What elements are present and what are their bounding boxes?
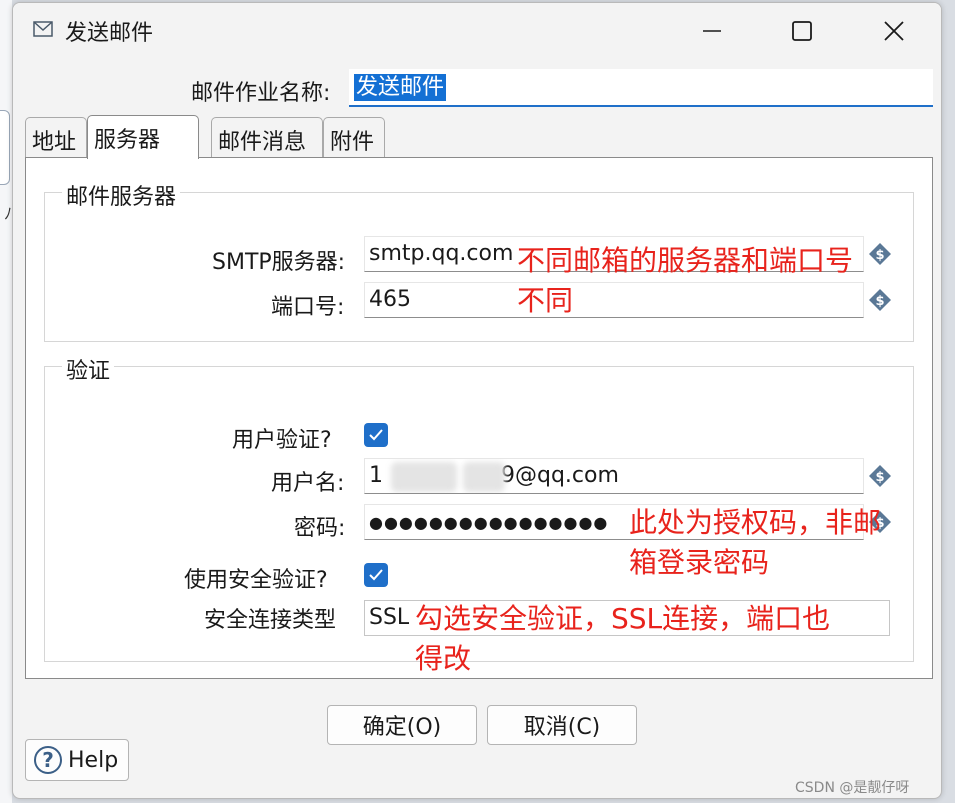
checkmark-icon [369, 429, 383, 441]
maximize-icon [792, 21, 812, 41]
job-name-value: 发送邮件 [354, 74, 447, 101]
title-bar: 发送邮件 [13, 3, 941, 57]
secure-auth-label: 使用安全验证? [184, 568, 328, 593]
username-label: 用户名: [271, 471, 345, 496]
annotation-server-line2: 不同 [517, 284, 574, 317]
checkmark-icon [369, 569, 383, 581]
tab-address[interactable]: 地址 [25, 117, 87, 157]
secure-auth-checkbox[interactable] [364, 563, 388, 587]
mail-server-group-title: 邮件服务器 [62, 179, 181, 211]
tab-attachment[interactable]: 附件 [323, 117, 385, 157]
annotation-server-line1: 不同邮箱的服务器和端口号 [517, 244, 854, 277]
variable-icon[interactable]: $ [868, 242, 892, 266]
port-label: 端口号: [271, 295, 345, 320]
username-input[interactable]: 1 9@qq.com [364, 458, 864, 494]
annotation-password-line2: 箱登录密码 [629, 546, 770, 579]
mail-icon [33, 21, 53, 41]
svg-text:$: $ [875, 470, 884, 485]
user-auth-label: 用户验证? [232, 428, 332, 453]
svg-text:$: $ [875, 294, 884, 309]
username-suffix: 9@qq.com [501, 463, 619, 488]
annotation-ssl-line1: 勾选安全验证，SSL连接，端口也 [415, 602, 831, 635]
smtp-server-label: SMTP服务器: [212, 250, 346, 275]
connection-type-label: 安全连接类型 [204, 608, 337, 633]
redaction-blur [463, 462, 505, 492]
username-prefix: 1 [369, 463, 383, 488]
svg-text:$: $ [875, 248, 884, 263]
close-icon [884, 21, 904, 41]
variable-icon[interactable]: $ [868, 464, 892, 488]
maximize-button[interactable] [781, 13, 823, 49]
port-input[interactable]: 465 [364, 282, 864, 318]
window-title: 发送邮件 [65, 21, 154, 46]
send-mail-dialog: 发送邮件 邮件作业名称: 发送邮件 地址 服务器 邮件消息 附件 邮件服务器 验… [12, 2, 942, 799]
auth-group-title: 验证 [62, 353, 115, 385]
background-window-box [0, 110, 10, 185]
help-label: Help [68, 747, 119, 773]
minimize-icon [703, 30, 721, 32]
watermark: CSDN @是靓仔呀 [795, 780, 910, 796]
help-button[interactable]: ? Help [25, 739, 129, 781]
password-label: 密码: [294, 516, 346, 541]
annotation-ssl-line2: 得改 [415, 642, 472, 675]
ok-button[interactable]: 确定(O) [327, 705, 477, 745]
minimize-button[interactable] [691, 13, 733, 49]
user-auth-checkbox[interactable] [364, 423, 388, 447]
tab-mail-message[interactable]: 邮件消息 [211, 117, 323, 157]
close-button[interactable] [873, 13, 915, 49]
job-name-input[interactable]: 发送邮件 [349, 69, 933, 107]
annotation-password-line1: 此处为授权码，非邮 [629, 506, 882, 539]
job-name-label: 邮件作业名称: [191, 81, 331, 106]
redaction-blur [391, 462, 457, 492]
variable-icon[interactable]: $ [868, 288, 892, 312]
background-window-char: ﾉ [4, 204, 13, 223]
tab-server[interactable]: 服务器 [87, 115, 199, 159]
question-icon: ? [34, 746, 62, 774]
cancel-button[interactable]: 取消(C) [487, 705, 637, 745]
